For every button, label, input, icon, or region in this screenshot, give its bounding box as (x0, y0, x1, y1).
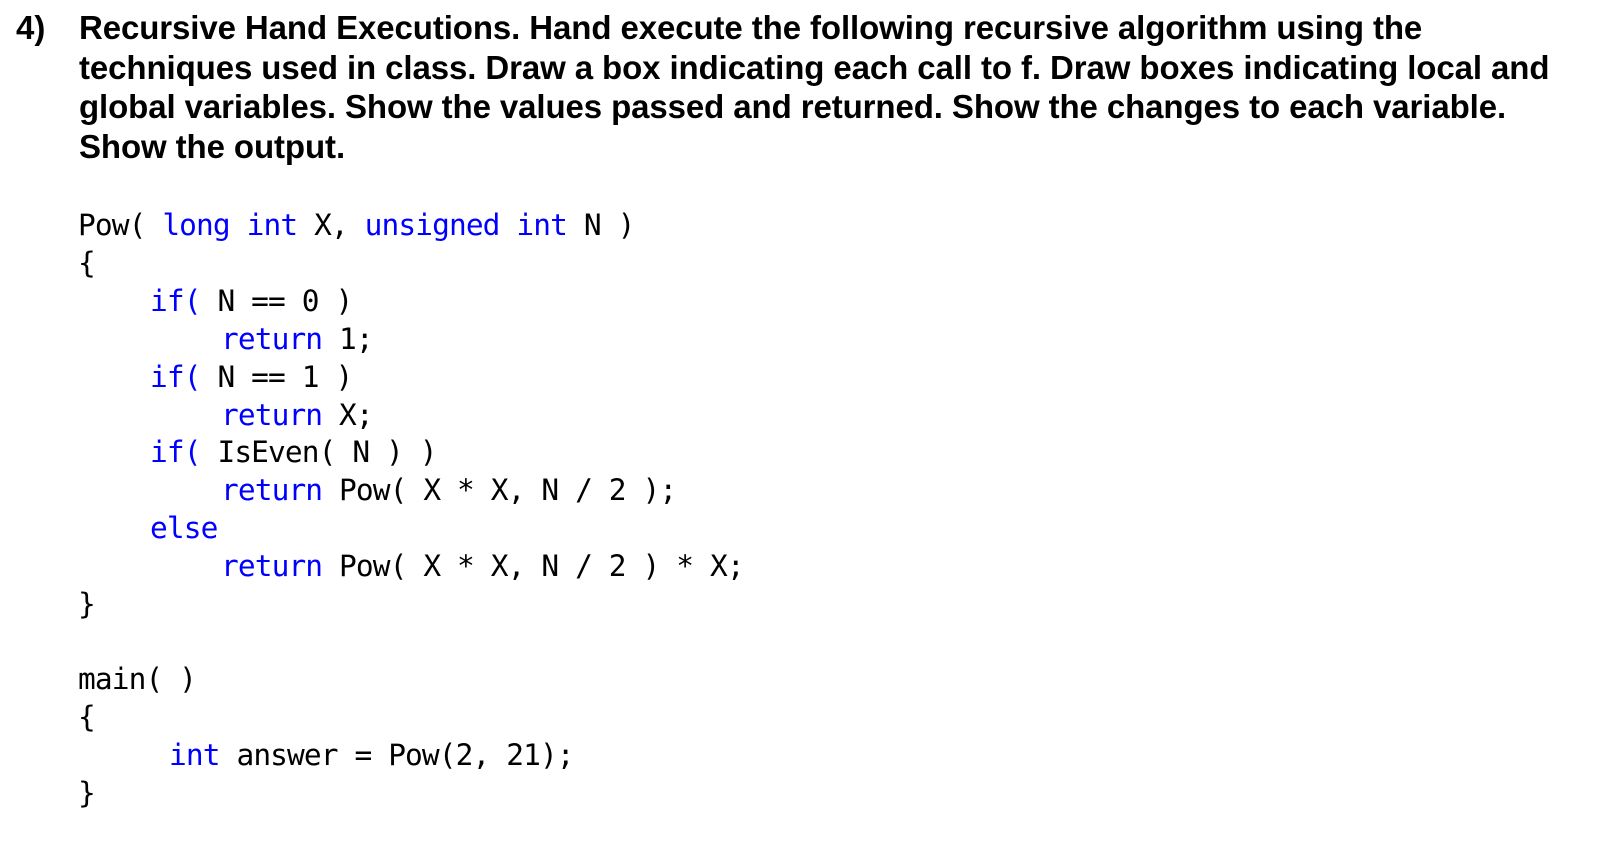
return-odd-case: return Pow( X * X, N / 2 ) * X; (221, 547, 745, 585)
question-number: 4) (16, 9, 46, 46)
assignment: answer = Pow(2, 21); (219, 738, 574, 772)
return-expression: Pow( X * X, N / 2 ); (322, 473, 677, 507)
param-n: N ) (566, 208, 635, 242)
function-name: Pow( (78, 208, 163, 242)
if-n-one: if( N == 1 ) (150, 358, 353, 396)
question-instructions: Recursive Hand Executions. Hand execute … (79, 9, 1550, 165)
if-n-zero: if( N == 0 ) (150, 282, 353, 320)
else-line: else (150, 509, 218, 547)
param-x: X, (297, 208, 365, 242)
return-keyword: return (221, 398, 323, 432)
condition: IsEven( N ) ) (200, 435, 437, 469)
return-keyword: return (221, 473, 323, 507)
return-expression: Pow( X * X, N / 2 ) * X; (322, 549, 745, 583)
else-keyword: else (150, 511, 218, 545)
main-body: int answer = Pow(2, 21); (169, 736, 575, 774)
if-is-even: if( IsEven( N ) ) (150, 433, 438, 471)
condition: N == 1 ) (200, 360, 353, 394)
return-keyword: return (221, 322, 323, 356)
return-x: return X; (221, 396, 374, 434)
type-keyword: unsigned int (364, 208, 568, 242)
type-keyword: long int (162, 208, 298, 242)
close-brace: } (78, 776, 96, 810)
return-one: return 1; (221, 320, 374, 358)
type-keyword: int (169, 738, 220, 772)
condition: N == 0 ) (200, 284, 353, 318)
return-keyword: return (221, 549, 323, 583)
return-even-case: return Pow( X * X, N / 2 ); (221, 471, 677, 509)
return-value: X; (322, 398, 374, 432)
return-value: 1; (322, 322, 374, 356)
if-keyword: if( (150, 435, 201, 469)
if-keyword: if( (150, 360, 201, 394)
close-brace: } (78, 587, 96, 621)
open-brace: { (78, 700, 96, 734)
code-block: Pow( long int X, unsigned int N ) { if( … (78, 0, 745, 810)
pow-signature: Pow( long int X, unsigned int N ) (78, 206, 635, 244)
if-keyword: if( (150, 284, 201, 318)
main-signature: main( ) (78, 662, 197, 696)
open-brace: { (78, 246, 96, 280)
